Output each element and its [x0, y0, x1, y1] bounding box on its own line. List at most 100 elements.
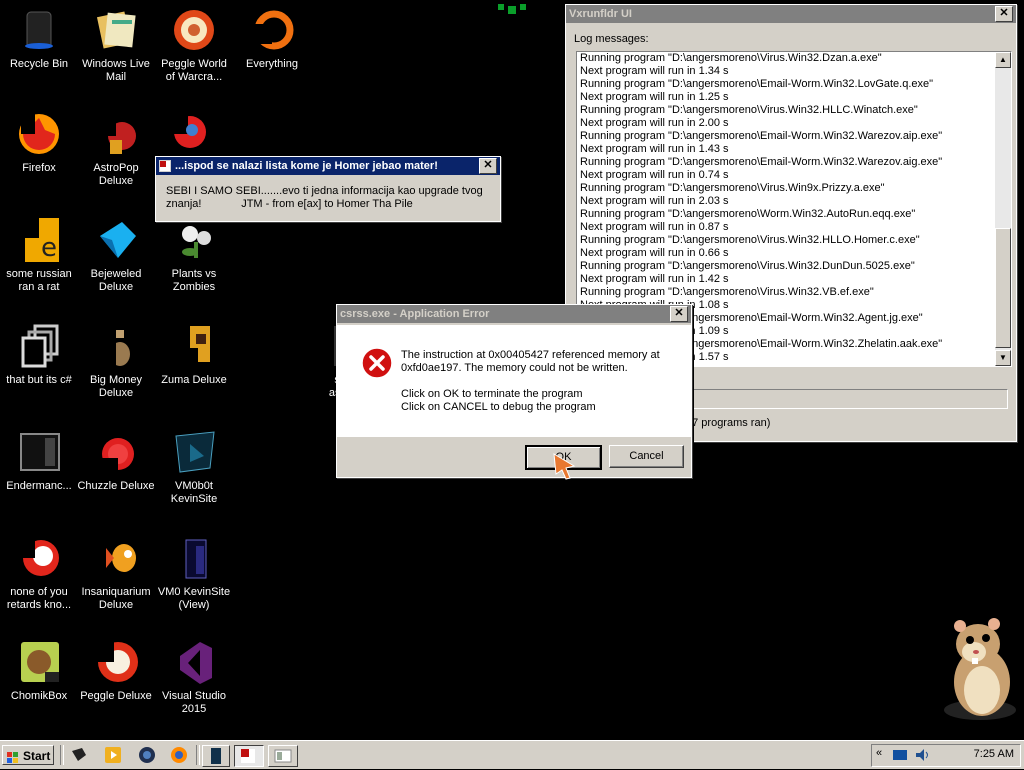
- scroll-up-icon[interactable]: ▲: [995, 52, 1011, 68]
- log-line: Next program will run in 1.34 s: [580, 65, 729, 77]
- start-button[interactable]: Start: [2, 745, 54, 765]
- desktop-icon-visual-studio[interactable]: Visual Studio 2015: [155, 638, 233, 716]
- desktop-icon-insaniquarium[interactable]: Insaniquarium Deluxe: [77, 534, 155, 612]
- log-scrollbar[interactable]: ▲ ▼: [995, 52, 1011, 366]
- homer-message-window[interactable]: ...ispod se nalazi lista kome je Homer j…: [155, 156, 501, 222]
- clock[interactable]: 7:25 AM: [974, 748, 1014, 760]
- fish-icon: [92, 534, 140, 582]
- log-line: Running program "D:\angersmoreno\Virus.W…: [580, 182, 885, 194]
- error-message-2: 0xfd0ae197. The memory could not be writ…: [401, 362, 628, 374]
- title-bar[interactable]: ...ispod se nalazi lista kome je Homer j…: [156, 157, 500, 175]
- log-line: Running program "D:\angersmoreno\Virus.W…: [580, 286, 874, 298]
- desktop-icon-chomikbox[interactable]: ChomikBox: [0, 638, 78, 703]
- icon-label: VM0 KevinSite (View): [157, 586, 231, 611]
- error-message-1: The instruction at 0x00405427 referenced…: [401, 349, 660, 361]
- desktop-icon-windows-live-mail[interactable]: Windows Live Mail: [77, 6, 155, 84]
- icon-label: some russian ran a rat: [6, 268, 72, 293]
- task-button-vxrun[interactable]: [268, 745, 298, 767]
- title-bar[interactable]: Vxrunfldr UI ✕: [566, 5, 1016, 23]
- windows-logo-icon: [7, 750, 19, 763]
- window-icon: [159, 160, 171, 172]
- plant-icon: [170, 216, 218, 264]
- scroll-thumb[interactable]: [995, 228, 1011, 348]
- dialog-title: csrss.exe - Application Error: [340, 308, 490, 320]
- hamster-mascot: [930, 612, 1020, 724]
- desktop-icon-vm0b0t[interactable]: VM0b0t KevinSite: [155, 428, 233, 506]
- everything-icon: [248, 6, 296, 54]
- log-line: Next program will run in 0.74 s: [580, 169, 729, 181]
- close-icon[interactable]: ✕: [670, 306, 688, 322]
- desktop-icon-big-money[interactable]: Big Money Deluxe: [77, 322, 155, 400]
- tray-expand-icon[interactable]: «: [876, 747, 882, 759]
- desktop-icon-peggle-deluxe[interactable]: Peggle Deluxe: [77, 638, 155, 703]
- close-icon[interactable]: ✕: [995, 6, 1013, 22]
- scroll-down-icon[interactable]: ▼: [995, 350, 1011, 366]
- title-bar[interactable]: csrss.exe - Application Error ✕: [337, 305, 691, 323]
- quicklaunch-firefox-icon[interactable]: [168, 745, 190, 765]
- close-icon[interactable]: ✕: [479, 158, 497, 174]
- desktop-icon-endermanch[interactable]: Endermanc...: [0, 428, 78, 493]
- message-line-2: znanja! JTM - from e[ax] to Homer Tha Pi…: [166, 198, 413, 210]
- desktop-icon-vm0-kevinsite[interactable]: VM0 KevinSite (View): [155, 534, 233, 612]
- error-icon: [361, 347, 393, 379]
- icon-label: VM0b0t KevinSite: [170, 480, 218, 505]
- icon-label: Peggle World of Warcra...: [161, 58, 227, 83]
- quicklaunch-globe-icon[interactable]: [136, 745, 158, 765]
- quicklaunch-3d-icon[interactable]: [68, 745, 90, 765]
- desktop-icon-astropop[interactable]: AstroPop Deluxe: [77, 110, 155, 188]
- application-error-dialog[interactable]: csrss.exe - Application Error ✕ The inst…: [336, 304, 692, 478]
- log-line: Next program will run in 1.25 s: [580, 91, 729, 103]
- icon-label: Peggle Deluxe: [80, 690, 152, 702]
- log-line: Next program will run in 0.87 s: [580, 221, 729, 233]
- icon-label: Everything: [246, 58, 298, 70]
- desktop-icon-none-of-you[interactable]: none of you retards kno...: [0, 534, 78, 612]
- cancel-button[interactable]: Cancel: [609, 445, 684, 468]
- desktop-icon-recycle-bin[interactable]: Recycle Bin: [0, 6, 78, 71]
- system-tray: « 7:25 AM: [871, 744, 1021, 767]
- network-icon[interactable]: [892, 748, 908, 762]
- icon-label: Windows Live Mail: [82, 58, 150, 83]
- desktop-icon-russian-rat[interactable]: e some russian ran a rat: [0, 216, 78, 294]
- volume-icon[interactable]: [914, 748, 930, 762]
- icon-label: Bejeweled Deluxe: [90, 268, 142, 293]
- icon-label: Zuma Deluxe: [161, 374, 227, 386]
- desktop-icon-that-but-its-c[interactable]: that but its c#: [0, 322, 78, 387]
- desktop-icon-everything[interactable]: Everything: [233, 6, 311, 71]
- log-line: Running program "D:\angersmoreno\Virus.W…: [580, 260, 915, 272]
- taskbar-separator: [60, 745, 64, 765]
- money-bag-icon: [92, 322, 140, 370]
- desktop-icon-bejeweled[interactable]: Bejeweled Deluxe: [77, 216, 155, 294]
- desktop-icon-plants-vs-zombies[interactable]: Plants vs Zombies: [155, 216, 233, 294]
- cursor-icon: [552, 452, 576, 480]
- desktop-icon-peggle-wow[interactable]: Peggle World of Warcra...: [155, 6, 233, 84]
- zuma-icon: [170, 322, 218, 370]
- icon-label: that but its c#: [6, 374, 72, 386]
- app-icon: [170, 428, 218, 476]
- app-icon: [170, 534, 218, 582]
- icon-label: ChomikBox: [10, 690, 68, 702]
- start-label: Start: [23, 749, 51, 763]
- log-line: Running program "D:\angersmoreno\Email-W…: [580, 156, 943, 168]
- chuzzle-icon: [92, 428, 140, 476]
- task-button-app1[interactable]: [202, 745, 230, 767]
- log-line: Next program will run in 0.66 s: [580, 247, 729, 259]
- log-line: Running program "D:\angersmoreno\Virus.W…: [580, 234, 920, 246]
- window-title: Vxrunfldr UI: [569, 8, 632, 20]
- quicklaunch-media-icon[interactable]: [102, 745, 124, 765]
- log-line: Running program "D:\angersmoreno\Email-W…: [580, 78, 934, 90]
- desktop-icon-firefox[interactable]: Firefox: [0, 110, 78, 175]
- error-message-4: Click on CANCEL to debug the program: [401, 401, 596, 413]
- taskbar: Start « 7:25 AM: [0, 740, 1024, 769]
- task-button-homer[interactable]: [234, 745, 264, 767]
- error-message-3: Click on OK to terminate the program: [401, 388, 583, 400]
- desktop-icon-zuma[interactable]: Zuma Deluxe: [155, 322, 233, 387]
- log-line: Next program will run in 2.00 s: [580, 117, 729, 129]
- firefox-icon: [15, 110, 63, 158]
- icon-label: Recycle Bin: [9, 58, 69, 70]
- visual-studio-icon: [170, 638, 218, 686]
- log-line: Running program "D:\angersmoreno\Worm.Wi…: [580, 208, 916, 220]
- log-line: Running program "D:\angersmoreno\Virus.W…: [580, 52, 882, 64]
- terminal-icon: [15, 428, 63, 476]
- icon-label: Big Money Deluxe: [90, 374, 142, 399]
- desktop-icon-chuzzle[interactable]: Chuzzle Deluxe: [77, 428, 155, 493]
